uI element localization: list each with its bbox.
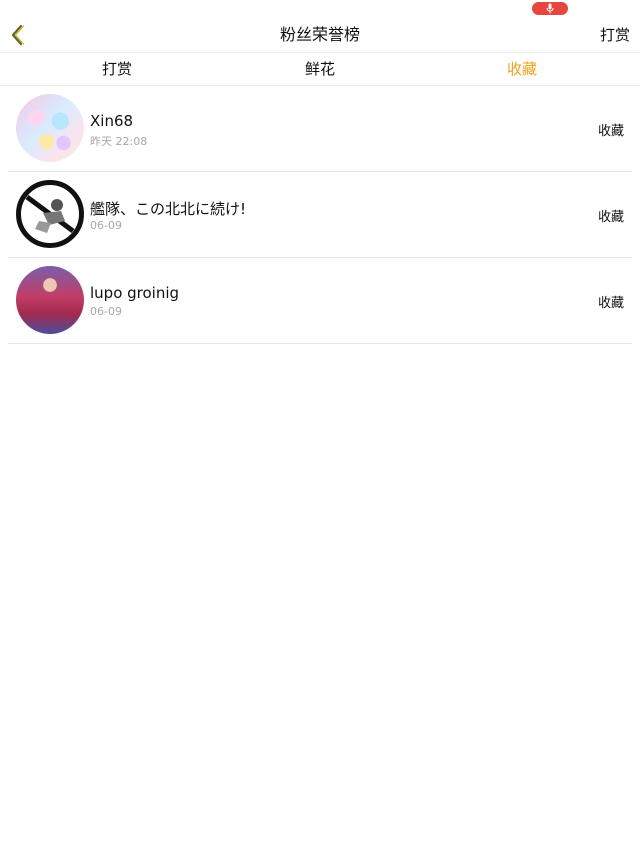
page-title: 粉丝荣誉榜	[279, 25, 360, 44]
chevron-left-double-icon	[11, 24, 25, 46]
fan-list: Xin68 昨天 22:08 收藏 艦隊、この北北に続け! 06-09 收藏 l…	[0, 86, 640, 344]
action-label: 收藏	[597, 296, 624, 311]
tab-favorites[interactable]: 收藏	[462, 53, 582, 85]
tab-flowers[interactable]: 鲜花	[260, 53, 380, 85]
navigation-bar: 粉丝荣誉榜 打赏	[0, 18, 640, 52]
microphone-indicator	[532, 2, 568, 15]
fan-honor-page: 粉丝荣誉榜 打赏 打赏 鲜花 收藏 Xin68 昨天 22:08 收藏 艦隊、こ…	[0, 0, 640, 853]
reward-button[interactable]: 打赏	[600, 18, 630, 52]
list-item[interactable]: lupo groinig 06-09 收藏	[8, 258, 632, 344]
avatar[interactable]	[16, 180, 84, 248]
list-item[interactable]: 艦隊、この北北に続け! 06-09 收藏	[8, 172, 632, 258]
timestamp: 06-09	[90, 305, 122, 318]
microphone-icon	[546, 3, 554, 14]
tab-reward[interactable]: 打赏	[57, 53, 177, 85]
user-name: Xin68	[90, 112, 134, 130]
back-button[interactable]	[6, 23, 28, 47]
action-label: 收藏	[597, 124, 624, 139]
action-label: 收藏	[597, 210, 624, 225]
user-name: lupo groinig	[90, 284, 180, 302]
avatar-figure-icon	[25, 194, 75, 234]
timestamp: 06-09	[90, 219, 122, 232]
user-name: 艦隊、この北北に続け!	[90, 200, 247, 218]
tab-bar: 打赏 鲜花 收藏	[0, 52, 640, 86]
timestamp: 昨天 22:08	[90, 135, 148, 148]
status-bar	[0, 0, 640, 18]
avatar[interactable]	[16, 94, 84, 162]
avatar[interactable]	[16, 266, 84, 334]
list-item[interactable]: Xin68 昨天 22:08 收藏	[8, 86, 632, 172]
